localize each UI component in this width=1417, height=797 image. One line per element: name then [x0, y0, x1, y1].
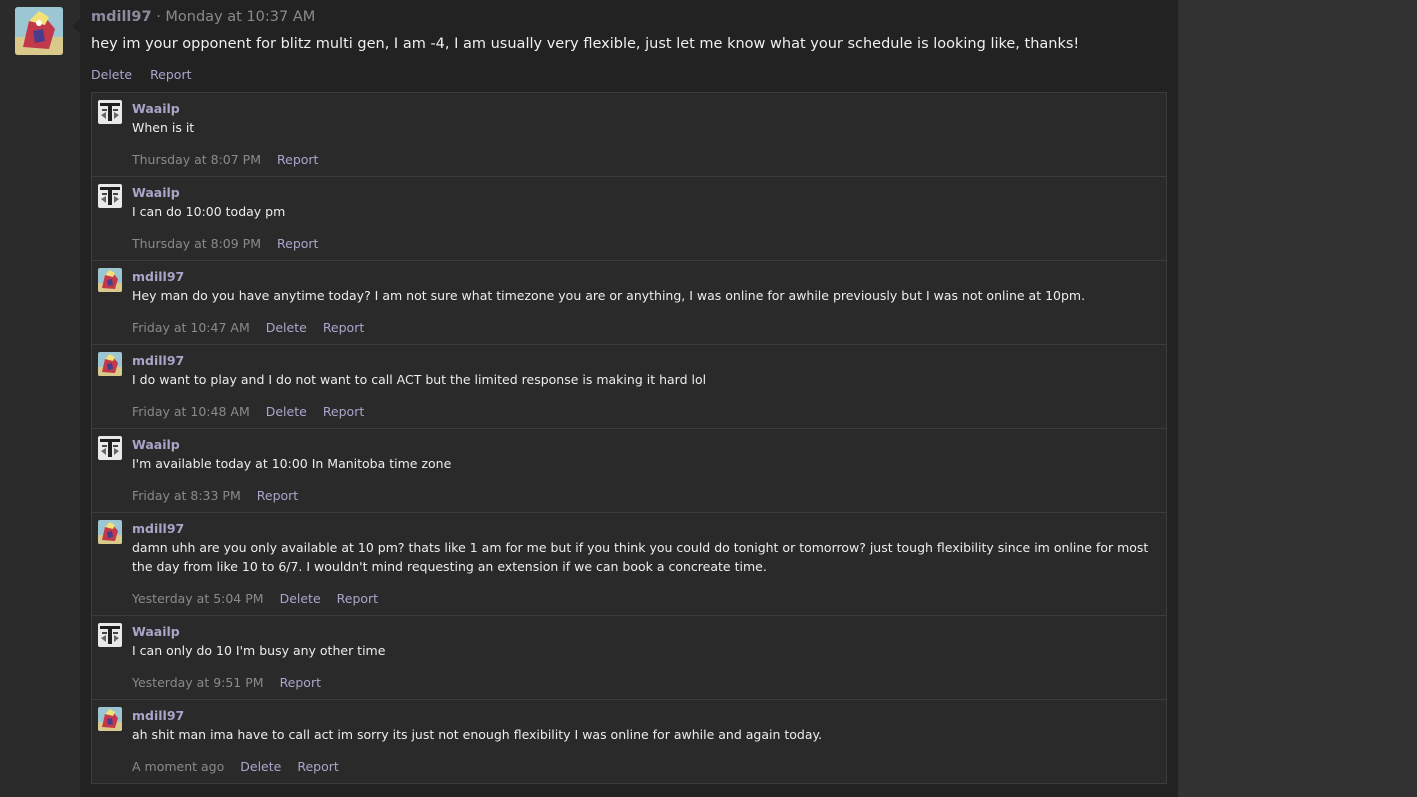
comment-report-link[interactable]: Report — [257, 488, 298, 503]
comment-meta: Yesterday at 5:04 PM Delete Report — [132, 591, 1156, 607]
comment-list: Waailp When is it Thursday at 8:07 PM Repor… — [91, 92, 1167, 784]
comment-item: mdill97 damn uhh are you only available a… — [92, 513, 1166, 616]
comment-author[interactable]: mdill97 — [132, 352, 1156, 369]
comment-meta: A moment ago Delete Report — [132, 759, 1156, 775]
comment-text: When is it — [132, 120, 195, 135]
comment-meta: Thursday at 8:07 PM Report — [132, 152, 1156, 168]
comment-item: Waailp I can do 10:00 today pm Thursday at… — [92, 177, 1166, 261]
comment-timestamp[interactable]: Thursday at 8:09 PM — [132, 236, 261, 251]
comment-timestamp[interactable]: Yesterday at 9:51 PM — [132, 675, 264, 690]
comment-item: Waailp When is it Thursday at 8:07 PM Repor… — [92, 93, 1166, 177]
comment-report-link[interactable]: Report — [323, 404, 364, 419]
comment-author[interactable]: Waailp — [132, 436, 1156, 453]
comment-avatar[interactable] — [98, 184, 122, 208]
post-timestamp[interactable]: Monday at 10:37 AM — [165, 9, 315, 25]
post-header: mdill97 · Monday at 10:37 AM — [91, 9, 315, 25]
comment-avatar[interactable] — [98, 436, 122, 460]
post-report-link[interactable]: Report — [150, 67, 191, 82]
comment-timestamp[interactable]: Friday at 8:33 PM — [132, 488, 241, 503]
comment-delete-link[interactable]: Delete — [240, 759, 281, 774]
comment-meta: Friday at 10:48 AM Delete Report — [132, 404, 1156, 420]
comment-delete-link[interactable]: Delete — [280, 591, 321, 606]
comment-avatar[interactable] — [98, 520, 122, 544]
right-sidebar — [1178, 0, 1417, 797]
comment-delete-link[interactable]: Delete — [266, 404, 307, 419]
comment-item: Waailp I'm available today at 10:00 In Ma… — [92, 429, 1166, 513]
comment-timestamp[interactable]: Friday at 10:47 AM — [132, 320, 250, 335]
comment-avatar[interactable] — [98, 352, 122, 376]
comment-author[interactable]: Waailp — [132, 623, 1156, 640]
post-actions: Delete Report — [91, 67, 206, 82]
comment-author[interactable]: mdill97 — [132, 268, 1156, 285]
comment-delete-link[interactable]: Delete — [266, 320, 307, 335]
post-author-avatar[interactable] — [15, 7, 63, 55]
post-pointer-arrow — [72, 19, 80, 33]
comment-avatar[interactable] — [98, 623, 122, 647]
comment-text: Hey man do you have anytime today? I am … — [132, 288, 1086, 303]
comment-author[interactable]: Waailp — [132, 184, 1156, 201]
post-message: hey im your opponent for blitz multi gen… — [91, 36, 1080, 52]
comment-item: mdill97 I do want to play and I do not wa… — [92, 345, 1166, 429]
comment-avatar[interactable] — [98, 707, 122, 731]
comment-text: I can only do 10 I'm busy any other time — [132, 643, 386, 658]
comment-meta: Yesterday at 9:51 PM Report — [132, 675, 1156, 691]
comment-report-link[interactable]: Report — [277, 152, 318, 167]
comment-avatar[interactable] — [98, 100, 122, 124]
left-gutter — [0, 0, 80, 797]
comment-author[interactable]: mdill97 — [132, 520, 1156, 537]
comment-report-link[interactable]: Report — [337, 591, 378, 606]
comment-text: ah shit man ima have to call act im sorr… — [132, 727, 823, 742]
comment-author[interactable]: mdill97 — [132, 707, 1156, 724]
post-author-name[interactable]: mdill97 — [91, 9, 152, 25]
comment-report-link[interactable]: Report — [280, 675, 321, 690]
comment-report-link[interactable]: Report — [323, 320, 364, 335]
post-header-separator: · — [156, 9, 161, 25]
comment-text: damn uhh are you only available at 10 pm… — [132, 540, 1149, 574]
comment-item: mdill97 Hey man do you have anytime today… — [92, 261, 1166, 345]
comment-report-link[interactable]: Report — [297, 759, 338, 774]
comment-item: Waailp I can only do 10 I'm busy any othe… — [92, 616, 1166, 700]
comment-item: mdill97 ah shit man ima have to call act … — [92, 700, 1166, 784]
comment-avatar[interactable] — [98, 268, 122, 292]
comment-text: I do want to play and I do not want to c… — [132, 372, 707, 387]
comment-text: I'm available today at 10:00 In Manitoba… — [132, 456, 452, 471]
post-delete-link[interactable]: Delete — [91, 67, 132, 82]
comment-meta: Friday at 8:33 PM Report — [132, 488, 1156, 504]
comment-timestamp[interactable]: A moment ago — [132, 759, 224, 774]
comment-author[interactable]: Waailp — [132, 100, 1156, 117]
comment-timestamp[interactable]: Friday at 10:48 AM — [132, 404, 250, 419]
comment-timestamp[interactable]: Thursday at 8:07 PM — [132, 152, 261, 167]
comment-timestamp[interactable]: Yesterday at 5:04 PM — [132, 591, 264, 606]
comment-meta: Friday at 10:47 AM Delete Report — [132, 320, 1156, 336]
comment-text: I can do 10:00 today pm — [132, 204, 286, 219]
comment-meta: Thursday at 8:09 PM Report — [132, 236, 1156, 252]
comment-report-link[interactable]: Report — [277, 236, 318, 251]
